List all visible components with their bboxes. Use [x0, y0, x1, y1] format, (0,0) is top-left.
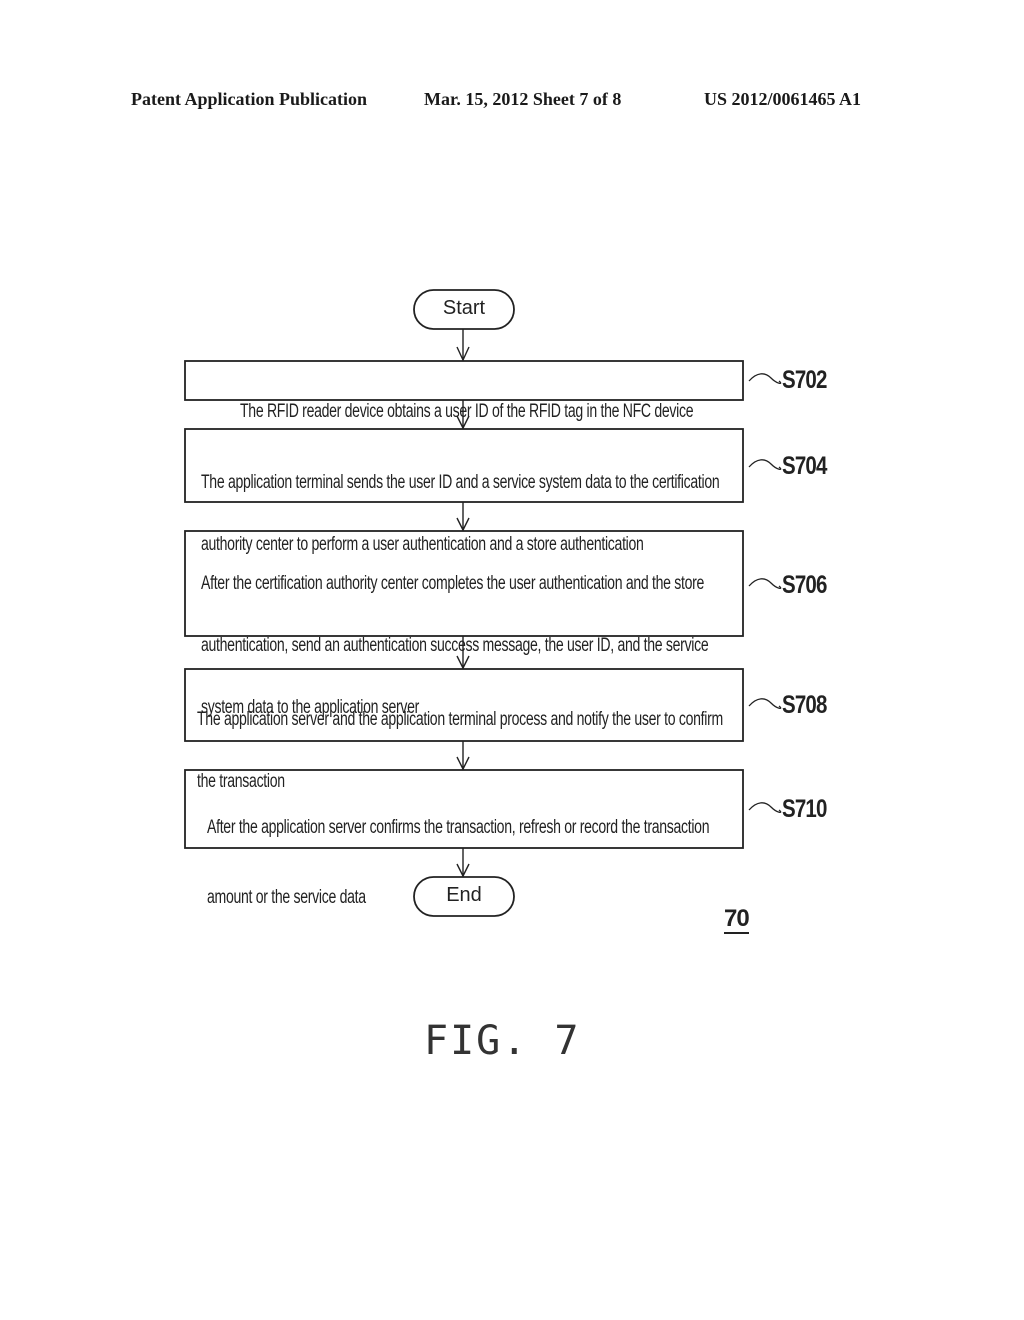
step-text-line: The RFID reader device obtains a user ID… — [240, 401, 694, 422]
step-id: S704 — [782, 452, 827, 480]
step-label-s710: S710 — [782, 795, 836, 824]
step-text-line: amount or the service data — [207, 887, 366, 908]
step-text-line: After the application server confirms th… — [207, 817, 710, 838]
step-label-s706: S706 — [782, 571, 836, 600]
arrow-start-to-s702 — [456, 329, 470, 362]
step-text-line: authentication, send an authentication s… — [201, 635, 709, 656]
step-id: S702 — [782, 366, 827, 394]
start-label: Start — [442, 297, 486, 319]
step-text-line: The application server and the applicati… — [197, 709, 723, 730]
step-text-s702: The RFID reader device obtains a user ID… — [240, 365, 852, 427]
step-text-line: The application terminal sends the user … — [201, 472, 720, 493]
step-label-s702: S702 — [782, 366, 836, 395]
figure-reference-number: 70 — [724, 905, 750, 934]
step-id: S708 — [782, 691, 827, 719]
step-label-s704: S704 — [782, 452, 836, 481]
step-id: S706 — [782, 571, 827, 599]
step-id: S710 — [782, 795, 827, 823]
figure-label: FIG. 7 — [424, 1018, 581, 1064]
step-label-s708: S708 — [782, 691, 836, 720]
step-text-line: After the certification authority center… — [201, 573, 705, 594]
